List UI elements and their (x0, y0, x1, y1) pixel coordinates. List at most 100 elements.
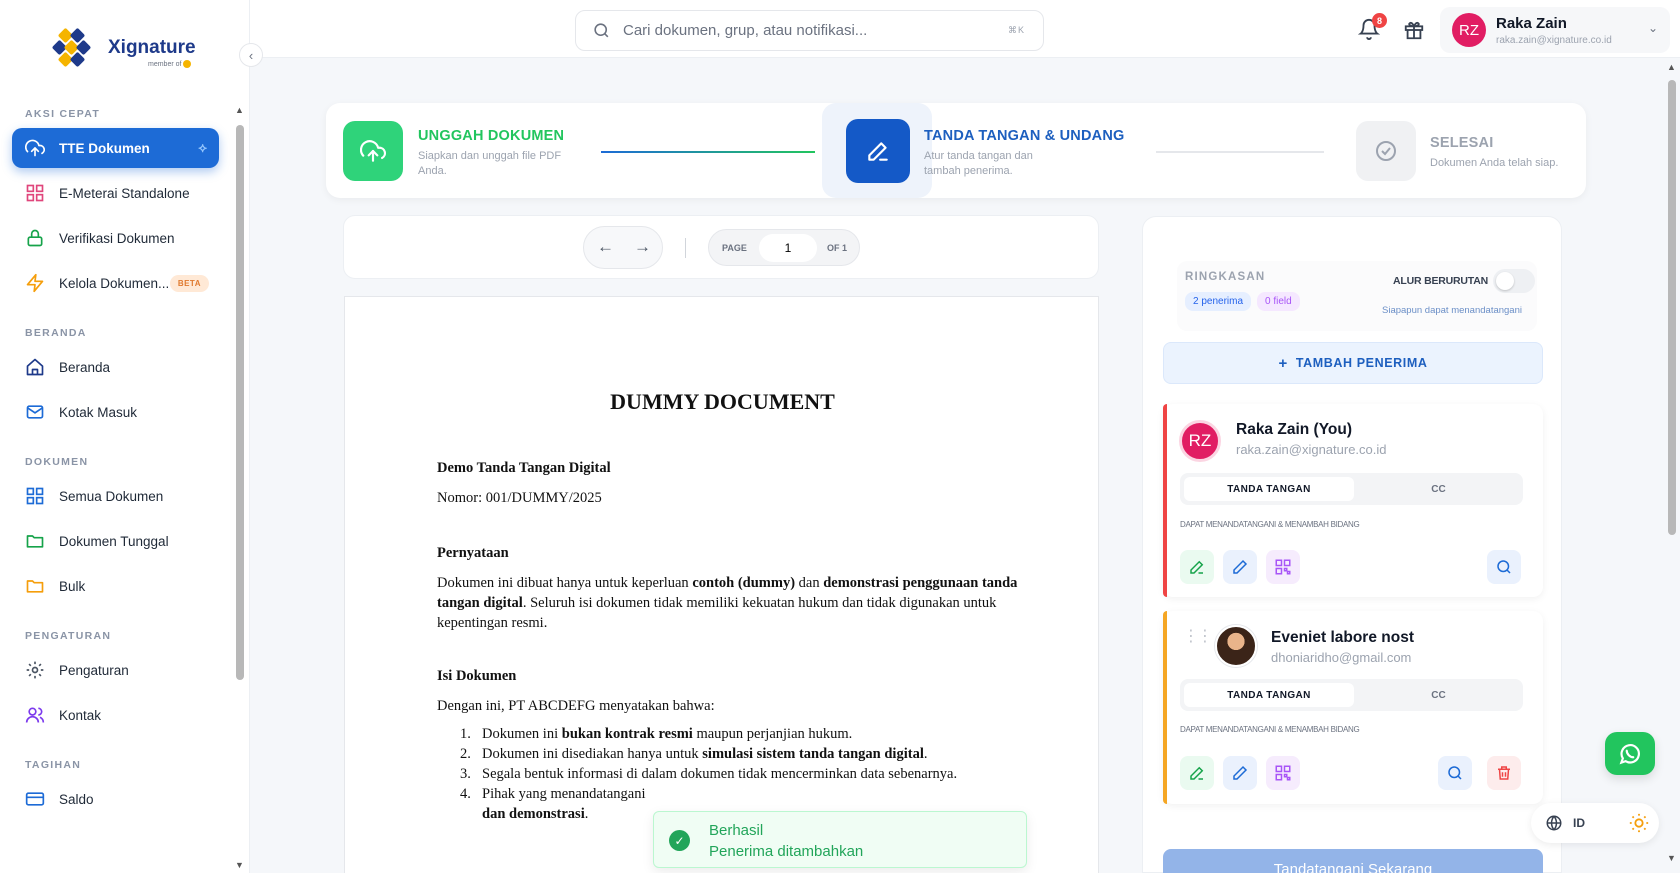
sidebar-item-kelola[interactable]: Kelola Dokumen... BETA (12, 263, 219, 303)
sequential-hint: Siapapun dapat menandatangani (1382, 305, 1522, 316)
section-label: TAGIHAN (25, 759, 82, 771)
language-theme-switcher: ID (1531, 803, 1659, 843)
check-circle-icon: ✓ (669, 830, 690, 851)
sidebar-item-dokumen-tunggal[interactable]: Dokumen Tunggal (12, 521, 219, 561)
search-input[interactable] (623, 22, 983, 39)
expand-icon: ⟡ (198, 140, 207, 155)
role-cc-option[interactable]: CC (1356, 683, 1521, 707)
toast-title: Berhasil (709, 822, 764, 839)
page-nav: ← → (583, 226, 663, 269)
success-toast[interactable]: ✓ Berhasil Penerima ditambahkan (653, 811, 1027, 868)
recipient-color-bar (1163, 404, 1167, 597)
page-toolbar: ← → PAGE OF 1 (343, 215, 1099, 279)
section-content: Isi Dokumen Dengan ini, PT ABCDEFG menya… (437, 666, 1037, 824)
language-label[interactable]: ID (1573, 816, 1585, 830)
add-initial-button[interactable] (1223, 550, 1257, 584)
collapse-sidebar-button[interactable]: ‹ (239, 43, 263, 67)
list-item: 1. Dokumen ini bukan kontrak resmi maupun… (460, 726, 853, 742)
add-signature-button[interactable] (1180, 550, 1214, 584)
user-menu[interactable]: RZ Raka Zain raka.zain@xignature.co.id ⌄ (1440, 7, 1670, 53)
add-initial-button[interactable] (1223, 756, 1257, 790)
delete-recipient-button[interactable] (1487, 756, 1521, 790)
upload-cloud-icon (25, 139, 45, 157)
locate-field-button[interactable] (1438, 756, 1472, 790)
sidebar-item-label: Saldo (59, 791, 94, 807)
sidebar-item-e-meterai[interactable]: E-Meterai Standalone (12, 173, 219, 213)
locate-field-button[interactable] (1487, 550, 1521, 584)
page-input[interactable] (759, 234, 817, 262)
sidebar-item-label: Verifikasi Dokumen (59, 230, 175, 246)
sidebar-item-beranda[interactable]: Beranda (12, 347, 219, 387)
role-sign-option[interactable]: TANDA TANGAN (1184, 683, 1354, 707)
folder-icon (26, 580, 44, 593)
scroll-down-icon[interactable]: ▼ (1667, 853, 1676, 863)
fields-count-chip: 0 field (1257, 292, 1300, 311)
step-desc: Dokumen Anda telah siap. (1430, 157, 1559, 169)
add-qr-button[interactable] (1266, 756, 1300, 790)
scroll-up-icon[interactable]: ▲ (235, 105, 244, 115)
scrollbar-thumb[interactable] (236, 125, 244, 680)
permission-text: DAPAT MENANDATANGANI & MENAMBAH BIDANG (1180, 725, 1360, 734)
qr-icon (1275, 559, 1291, 575)
sidebar-item-label: TTE Dokumen (59, 140, 150, 156)
toast-message: Penerima ditambahkan (709, 843, 864, 860)
scroll-down-icon[interactable]: ▼ (235, 860, 244, 870)
sun-icon[interactable] (1628, 812, 1650, 834)
arrow-right-icon[interactable]: → (634, 237, 651, 257)
avatar: RZ (1452, 13, 1486, 47)
recipient-name: Eveniet labore nost (1271, 629, 1414, 646)
step-desc: Siapkan dan unggah file PDF Anda. (418, 150, 562, 177)
arrow-left-icon[interactable]: ← (597, 237, 614, 257)
recipients-panel: RINGKASAN 2 penerima 0 field ALUR BERURU… (1142, 216, 1562, 873)
recipient-card[interactable]: RZ Raka Zain (You) raka.zain@xignature.c… (1163, 404, 1543, 597)
document-title: DUMMY DOCUMENT (610, 389, 835, 414)
search-icon (1448, 766, 1462, 780)
globe-icon[interactable] (1545, 814, 1563, 832)
sequential-toggle[interactable] (1493, 269, 1535, 293)
sidebar: Xignature member of AKSI CEPAT TTE Dokum… (0, 0, 250, 873)
section-statement: Pernyataan Dokumen ini dibuat hanya untu… (437, 545, 1018, 631)
scrollbar-thumb[interactable] (1668, 80, 1676, 535)
add-recipient-button[interactable]: + TAMBAH PENERIMA (1163, 342, 1543, 384)
whatsapp-button[interactable] (1605, 732, 1655, 775)
sidebar-scrollbar[interactable]: ▲ ▼ (234, 100, 246, 873)
section-label: PENGATURAN (25, 630, 112, 642)
pen-icon (1190, 560, 1204, 574)
page-indicator: PAGE OF 1 (708, 229, 860, 266)
sidebar-item-saldo[interactable]: Saldo (12, 779, 219, 819)
page-label: PAGE (722, 243, 747, 253)
sidebar-item-kotak-masuk[interactable]: Kotak Masuk (12, 392, 219, 432)
sidebar-item-label: E-Meterai Standalone (59, 185, 190, 201)
drag-handle-icon[interactable]: ⋮⋮ (1183, 629, 1213, 645)
sidebar-item-kontak[interactable]: Kontak (12, 695, 219, 735)
content-list: 1. Dokumen ini bukan kontrak resmi maupun… (437, 724, 1037, 824)
add-signature-button[interactable] (1180, 756, 1214, 790)
main-scrollbar[interactable]: ▲ ▼ (1664, 58, 1680, 873)
gift-icon[interactable] (1403, 19, 1425, 41)
role-cc-option[interactable]: CC (1356, 477, 1521, 501)
sidebar-item-verifikasi[interactable]: Verifikasi Dokumen (12, 218, 219, 258)
role-sign-option[interactable]: TANDA TANGAN (1184, 477, 1354, 501)
step-title: TANDA TANGAN & UNDANG (924, 128, 1125, 144)
avatar (1215, 625, 1257, 667)
document-preview[interactable]: DUMMY DOCUMENT Demo Tanda Tangan Digital… (344, 296, 1099, 873)
sidebar-item-bulk[interactable]: Bulk (12, 566, 219, 606)
sidebar-item-semua-dokumen[interactable]: Semua Dokumen (12, 476, 219, 516)
role-selector: TANDA TANGAN CC (1180, 473, 1523, 505)
pencil-icon (1233, 559, 1248, 574)
section-label: DOKUMEN (25, 456, 89, 468)
scroll-up-icon[interactable]: ▲ (1667, 62, 1676, 72)
card-icon (25, 792, 45, 806)
summary-box: RINGKASAN 2 penerima 0 field ALUR BERURU… (1177, 261, 1537, 331)
sidebar-item-label: Semua Dokumen (59, 488, 164, 504)
sidebar-item-tte-dokumen[interactable]: TTE Dokumen ⟡ (12, 128, 219, 168)
document-header: Demo Tanda Tangan Digital Nomor: 001/DUM… (437, 460, 611, 506)
sign-now-button[interactable]: Tandatangani Sekarang (1163, 849, 1543, 873)
sidebar-item-pengaturan[interactable]: Pengaturan (12, 650, 219, 690)
divider (685, 238, 686, 258)
permission-text: DAPAT MENANDATANGANI & MENAMBAH BIDANG (1180, 520, 1360, 529)
add-qr-button[interactable] (1266, 550, 1300, 584)
search-icon (1497, 560, 1511, 574)
search-box[interactable]: ⌘K (575, 10, 1044, 51)
recipient-card[interactable]: ⋮⋮ Eveniet labore nost dhoniaridho@gmail… (1163, 611, 1543, 804)
